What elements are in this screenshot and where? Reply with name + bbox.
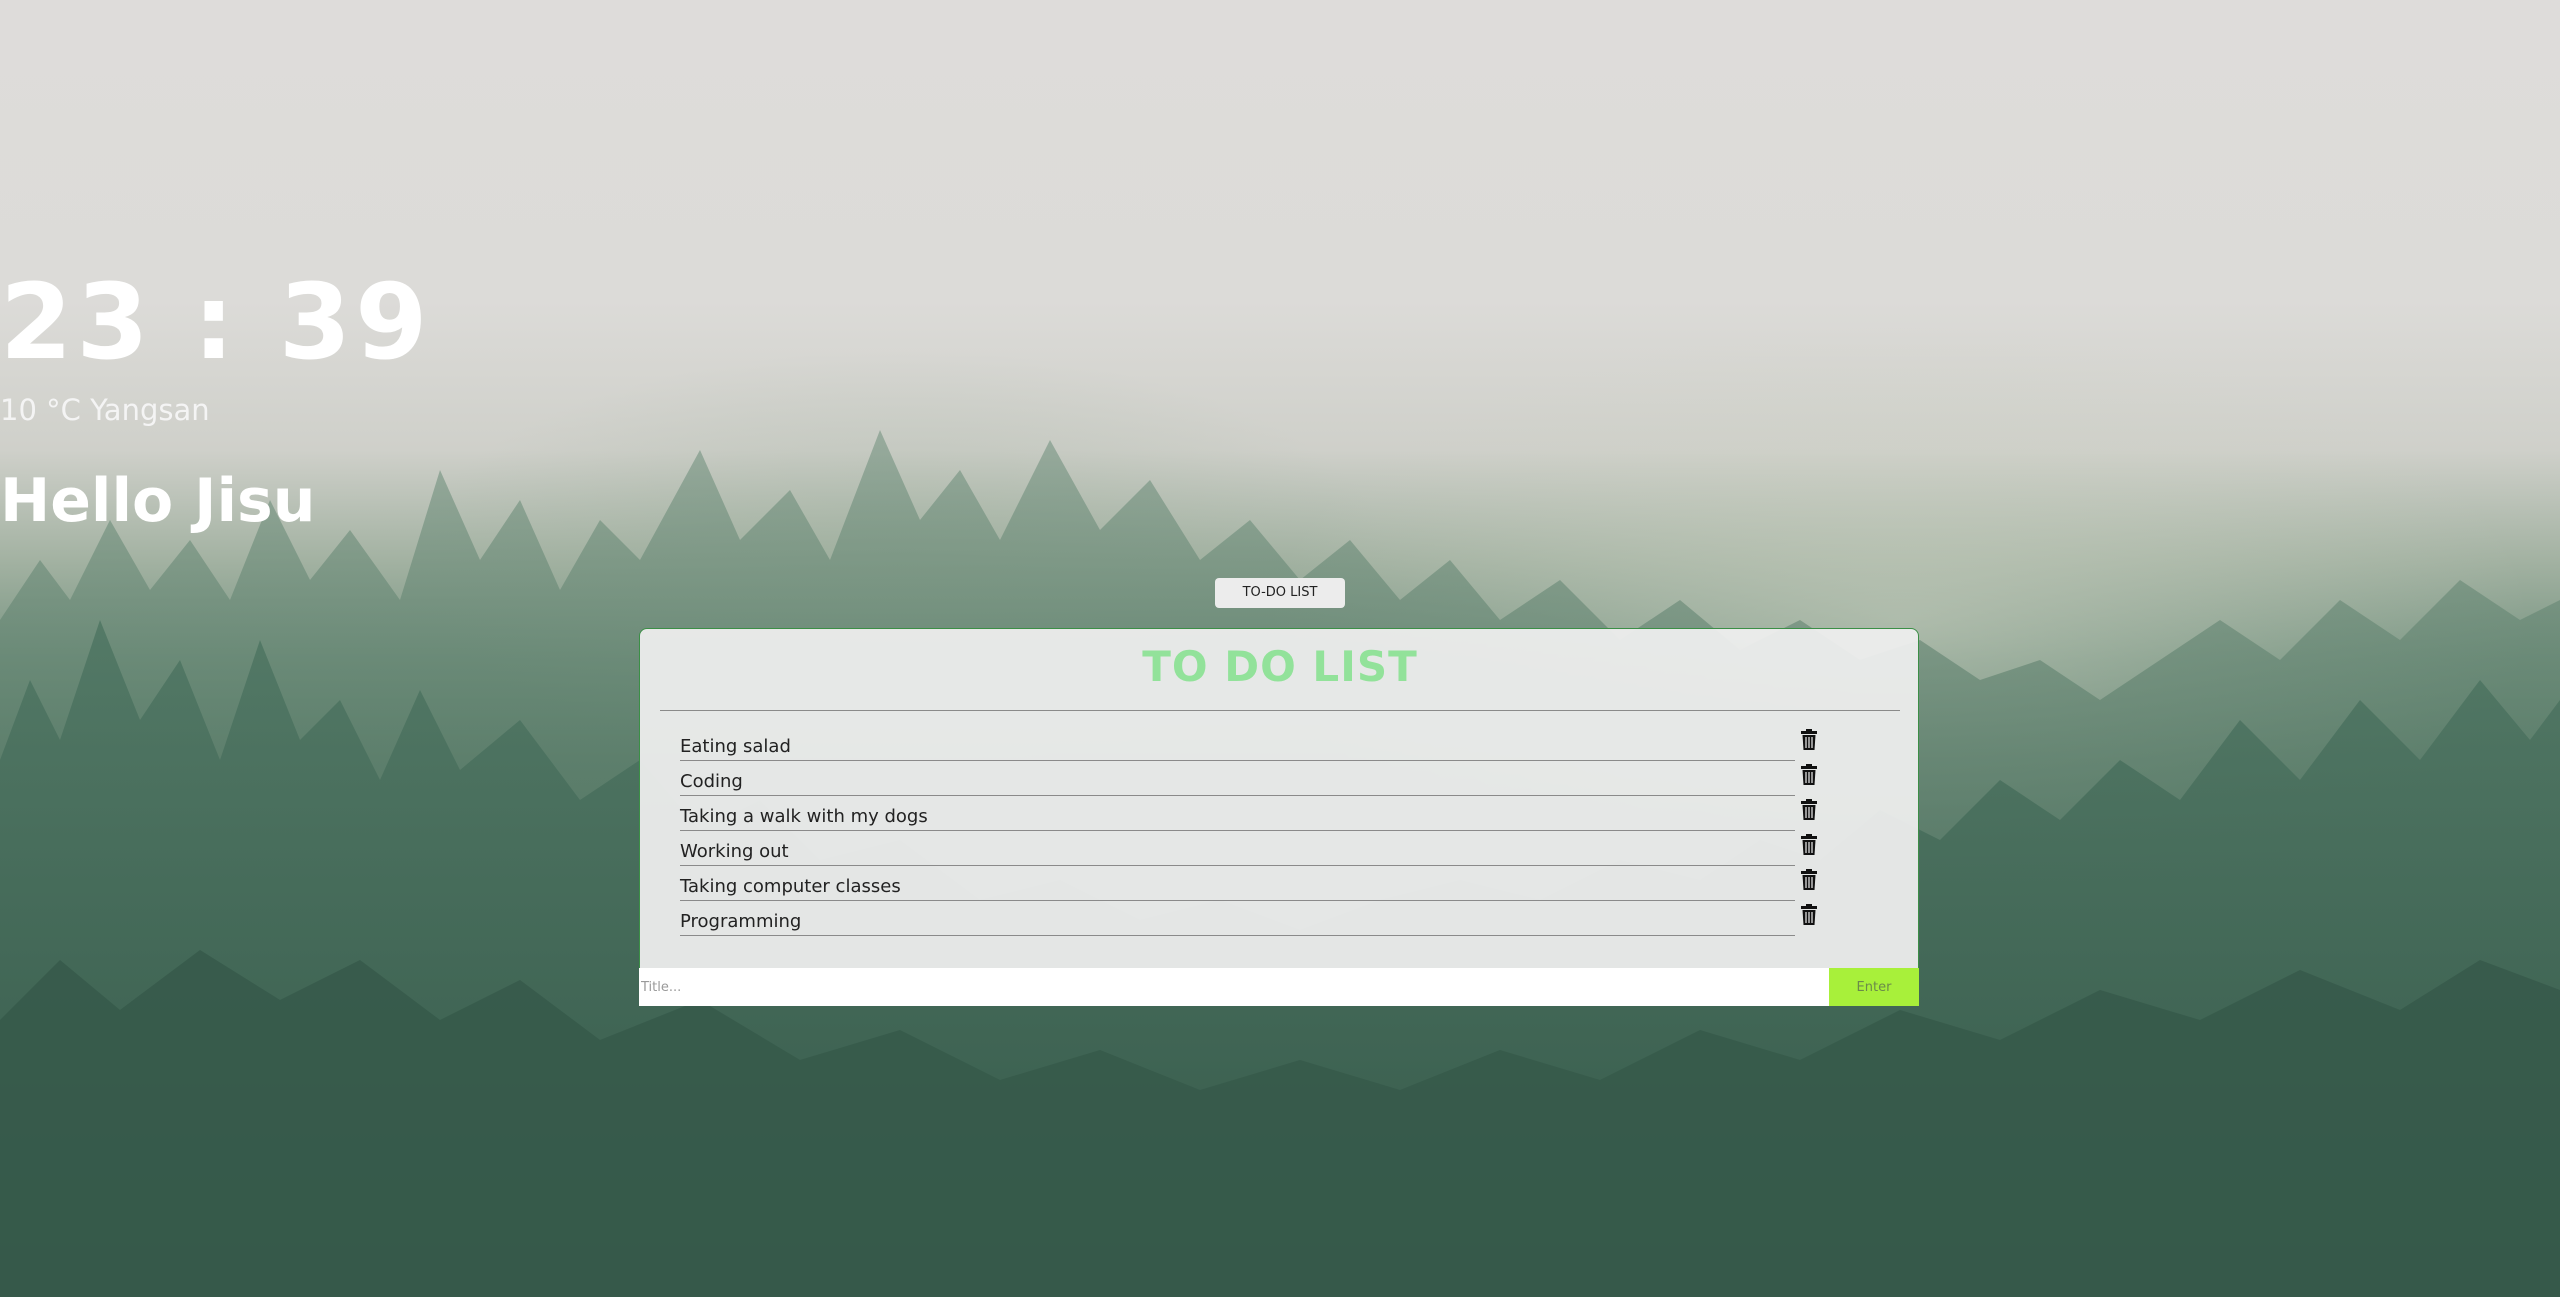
trash-icon[interactable] [1800, 869, 1818, 891]
list-item: Taking computer classes [680, 867, 1880, 902]
todo-item-text: Coding [680, 768, 1795, 796]
list-item: Working out [680, 832, 1880, 867]
list-item: Taking a walk with my dogs [680, 797, 1880, 832]
trash-icon[interactable] [1800, 834, 1818, 856]
trash-icon[interactable] [1800, 764, 1818, 786]
todo-list: Eating salad Coding Taking a walk with my … [680, 727, 1880, 937]
todo-toggle-button[interactable]: TO-DO LIST [1215, 578, 1345, 608]
list-item: Coding [680, 762, 1880, 797]
todo-item-text: Eating salad [680, 733, 1795, 761]
todo-item-text: Programming [680, 908, 1795, 936]
trash-icon[interactable] [1800, 729, 1818, 751]
list-item: Eating salad [680, 727, 1880, 762]
weather-info: 10 °C Yangsan [0, 393, 210, 427]
clock-display: 23 : 39 [0, 261, 432, 383]
todo-item-text: Taking a walk with my dogs [680, 803, 1795, 831]
enter-button[interactable]: Enter [1829, 968, 1919, 1006]
todo-input-row: Enter [639, 968, 1919, 1006]
trash-icon[interactable] [1800, 799, 1818, 821]
list-item: Programming [680, 902, 1880, 937]
todo-divider [660, 710, 1900, 711]
todo-title: TO DO LIST [1142, 642, 1418, 691]
trash-icon[interactable] [1800, 904, 1818, 926]
todo-item-text: Taking computer classes [680, 873, 1795, 901]
greeting-text: Hello Jisu [0, 466, 316, 536]
todo-title-input[interactable] [639, 968, 1829, 1006]
todo-item-text: Working out [680, 838, 1795, 866]
todo-panel: TO DO LIST Eating salad Coding Taking a wa… [639, 628, 1919, 1006]
